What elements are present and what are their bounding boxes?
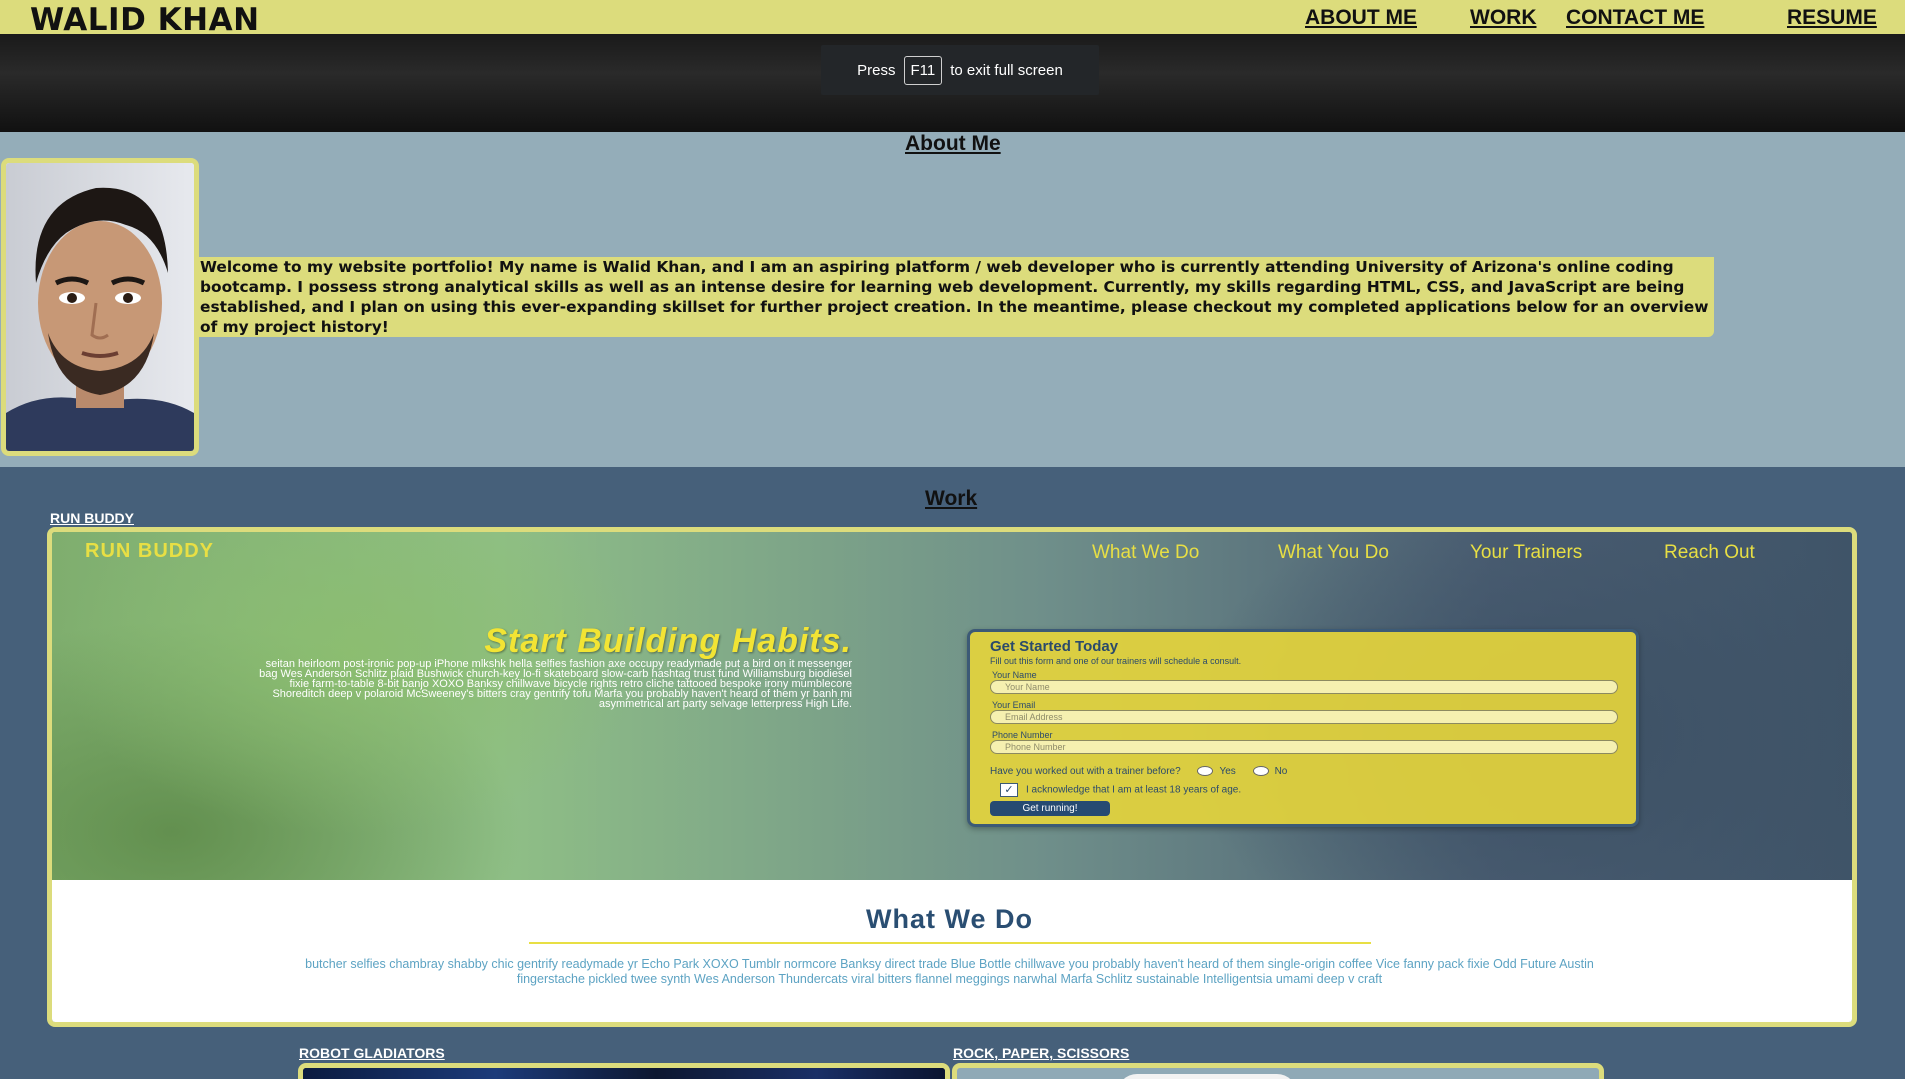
run-buddy-brand: RUN BUDDY bbox=[85, 540, 214, 562]
run-buddy-hero: RUN BUDDY What We Do What You Do Your Tr… bbox=[52, 532, 1852, 880]
run-buddy-headline: Start Building Habits. bbox=[484, 622, 852, 660]
phone-input: Phone Number bbox=[990, 740, 1618, 754]
nav-about-me[interactable]: ABOUT ME bbox=[1305, 6, 1417, 30]
what-we-do-title: What We Do bbox=[866, 904, 1033, 934]
project-link-run-buddy[interactable]: RUN BUDDY bbox=[50, 510, 134, 526]
acknowledge-text: I acknowledge that I am at least 18 year… bbox=[1026, 784, 1242, 796]
project-link-rock-paper-scissors[interactable]: ROCK, PAPER, SCISSORS bbox=[953, 1045, 1129, 1061]
age-acknowledge-row: ✓ I acknowledge that I am at least 18 yea… bbox=[1000, 783, 1241, 797]
run-buddy-nav-reach-out: Reach Out bbox=[1664, 542, 1755, 563]
nav-contact-me[interactable]: CONTACT ME bbox=[1566, 6, 1704, 30]
run-buddy-signup-form: Get Started Today Fill out this form and… bbox=[967, 629, 1639, 827]
fullscreen-notice: Press F11 to exit full screen bbox=[821, 45, 1099, 95]
about-title: About Me bbox=[905, 132, 1001, 155]
robot-gladiators-preview[interactable] bbox=[298, 1063, 950, 1079]
robot-gladiators-thumbnail bbox=[303, 1068, 945, 1079]
run-buddy-blurb: seitan heirloom post-ironic pop-up iPhon… bbox=[259, 658, 852, 710]
what-we-do-divider bbox=[529, 942, 1371, 944]
email-label: Your Email bbox=[992, 700, 1036, 710]
yes-radio-icon bbox=[1197, 766, 1214, 777]
run-buddy-nav-trainers: Your Trainers bbox=[1470, 542, 1583, 563]
f11-key: F11 bbox=[903, 55, 943, 85]
no-label: No bbox=[1274, 766, 1288, 777]
nav-resume[interactable]: RESUME bbox=[1787, 6, 1877, 30]
rock-paper-scissors-preview[interactable] bbox=[952, 1063, 1604, 1079]
run-buddy-nav-what-we-do: What We Do bbox=[1092, 542, 1200, 563]
what-we-do-text: butcher selfies chambray shabby chic gen… bbox=[305, 957, 1594, 986]
rock-paper-scissors-thumbnail bbox=[1117, 1074, 1297, 1079]
profile-photo bbox=[1, 158, 199, 456]
project-link-robot-gladiators[interactable]: ROBOT GLADIATORS bbox=[299, 1045, 445, 1061]
fullscreen-notice-suffix: to exit full screen bbox=[950, 61, 1063, 79]
checkmark-icon: ✓ bbox=[1000, 783, 1018, 797]
fullscreen-notice-prefix: Press bbox=[857, 61, 896, 79]
name-label: Your Name bbox=[992, 670, 1037, 680]
site-header: WALID KHAN ABOUT ME WORK CONTACT ME RESU… bbox=[0, 0, 1905, 38]
yes-label: Yes bbox=[1219, 766, 1236, 777]
form-subtitle: Fill out this form and one of our traine… bbox=[990, 656, 1242, 666]
work-title: Work bbox=[925, 487, 978, 510]
portrait-illustration bbox=[6, 163, 194, 451]
no-radio-icon bbox=[1252, 766, 1269, 777]
run-buddy-what-we-do: What We Do butcher selfies chambray shab… bbox=[52, 880, 1852, 1022]
email-input: Email Address bbox=[990, 710, 1618, 724]
trainer-question: Have you worked out with a trainer befor… bbox=[990, 766, 1287, 777]
name-input: Your Name bbox=[990, 680, 1618, 694]
trainer-question-text: Have you worked out with a trainer befor… bbox=[990, 766, 1181, 777]
about-description: Welcome to my website portfolio! My name… bbox=[199, 257, 1714, 337]
nav-work[interactable]: WORK bbox=[1470, 6, 1537, 30]
run-buddy-nav-what-you-do: What You Do bbox=[1278, 542, 1389, 563]
get-running-button: Get running! bbox=[990, 801, 1110, 816]
form-title: Get Started Today bbox=[990, 638, 1119, 655]
run-buddy-preview[interactable]: RUN BUDDY What We Do What You Do Your Tr… bbox=[47, 527, 1857, 1027]
phone-label: Phone Number bbox=[992, 730, 1053, 740]
